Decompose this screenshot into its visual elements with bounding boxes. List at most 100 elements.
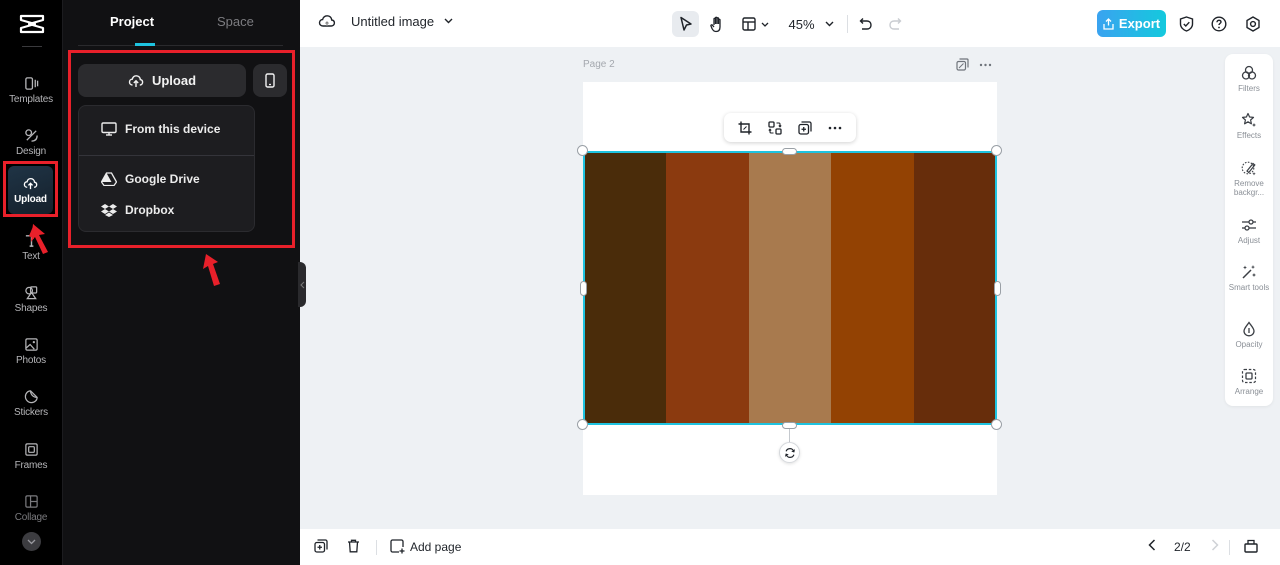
duplicate-page-icon — [314, 539, 328, 553]
layout-icon — [741, 17, 756, 31]
rail-item-upload[interactable]: Upload — [8, 166, 53, 214]
resize-handle-top-right[interactable] — [991, 145, 1002, 156]
tool-effects[interactable]: Effects — [1225, 112, 1273, 140]
rail-item-frames[interactable]: Frames — [4, 431, 58, 481]
tool-label: Smart tools — [1228, 283, 1270, 292]
rail-item-label: Frames — [14, 459, 48, 471]
replace-button[interactable] — [765, 118, 785, 138]
tool-arrange[interactable]: Arrange — [1225, 368, 1273, 396]
active-tab-indicator — [135, 43, 155, 46]
more-options-button[interactable] — [825, 118, 845, 138]
upload-source-menu: From this device Google Drive Dropbox — [78, 105, 255, 232]
resize-handle-bottom[interactable] — [782, 422, 797, 429]
filters-icon — [1241, 65, 1257, 80]
add-page-button[interactable]: Add page — [390, 539, 461, 554]
chevron-right-icon — [1211, 539, 1219, 551]
menu-item-google-drive[interactable]: Google Drive — [79, 166, 254, 192]
rail-item-photos[interactable]: Photos — [4, 326, 58, 376]
photos-icon — [24, 337, 38, 351]
tool-label: Effects — [1236, 131, 1262, 140]
undo-icon — [859, 18, 872, 30]
security-button[interactable] — [1176, 11, 1196, 37]
rail-item-label: Collage — [14, 511, 48, 523]
upload-from-phone-button[interactable] — [253, 64, 287, 97]
export-button[interactable]: Export — [1097, 10, 1166, 37]
select-tool-button[interactable] — [672, 11, 699, 37]
rail-item-templates[interactable]: Templates — [4, 65, 58, 115]
crop-button[interactable] — [735, 118, 755, 138]
help-button[interactable] — [1209, 11, 1229, 37]
image-stripe-3 — [748, 151, 832, 425]
resize-handle-bottom-right[interactable] — [991, 419, 1002, 430]
tool-label: Opacity — [1235, 340, 1263, 349]
cloud-sync-icon[interactable] — [318, 13, 336, 29]
chevron-down-icon — [761, 22, 768, 27]
tab-project[interactable]: Project — [110, 14, 154, 29]
image-stripe-1 — [583, 151, 666, 425]
duplicate-page-icon[interactable] — [956, 58, 969, 71]
rail-more-button[interactable] — [22, 532, 41, 551]
tool-opacity[interactable]: Opacity — [1225, 321, 1273, 349]
tool-remove-background[interactable]: Remove backgr... — [1225, 160, 1273, 197]
shapes-icon — [24, 285, 37, 299]
chevron-left-icon — [299, 281, 304, 288]
tool-label: Arrange — [1234, 387, 1264, 396]
document-title[interactable]: Untitled image — [351, 14, 434, 29]
undo-button[interactable] — [856, 11, 874, 37]
rail-item-label: Stickers — [14, 406, 48, 418]
pages-panel-toggle[interactable] — [1244, 539, 1258, 553]
tool-label: Remove backgr... — [1233, 179, 1265, 197]
panel-collapse-handle[interactable] — [298, 262, 306, 307]
duplicate-button[interactable] — [795, 118, 815, 138]
rail-item-shapes[interactable]: Shapes — [4, 274, 58, 324]
rail-item-label: Templates — [9, 93, 53, 105]
tab-space[interactable]: Space — [217, 14, 254, 29]
rail-item-stickers[interactable]: Stickers — [4, 378, 58, 428]
hand-icon — [709, 16, 721, 32]
selected-image[interactable] — [583, 151, 997, 425]
duplicate-page-button[interactable] — [314, 539, 328, 553]
image-stripe-2 — [665, 151, 749, 425]
resize-handle-top[interactable] — [782, 148, 797, 155]
rotate-connector — [789, 429, 790, 443]
rail-item-collage[interactable]: Collage — [4, 483, 58, 533]
next-page-button[interactable] — [1211, 539, 1219, 551]
collage-icon — [24, 494, 38, 508]
bottom-divider — [376, 540, 377, 555]
top-bar: Untitled image 45% Export — [300, 0, 1280, 47]
hand-tool-button[interactable] — [706, 11, 728, 37]
upload-panel: Project Space Upload From this device Go… — [63, 0, 300, 565]
replace-icon — [768, 120, 782, 135]
tool-adjust[interactable]: Adjust — [1225, 217, 1273, 245]
arrange-icon — [1241, 368, 1257, 384]
magic-wand-icon — [1242, 265, 1256, 279]
rail-item-label: Upload — [14, 193, 47, 205]
settings-button[interactable] — [1243, 11, 1263, 37]
rail-item-design[interactable]: Design — [4, 117, 58, 167]
chevron-down-icon[interactable] — [444, 18, 453, 24]
resize-handle-top-left[interactable] — [577, 145, 588, 156]
layout-menu-button[interactable] — [738, 11, 772, 37]
previous-page-button[interactable] — [1148, 539, 1156, 551]
rotate-handle[interactable] — [779, 442, 800, 463]
frames-icon — [24, 442, 38, 456]
menu-item-dropbox[interactable]: Dropbox — [79, 197, 254, 223]
tool-filters[interactable]: Filters — [1225, 65, 1273, 93]
pages-panel-icon — [1244, 539, 1258, 553]
zoom-level-value: 45% — [788, 16, 815, 32]
resize-handle-left[interactable] — [580, 281, 587, 296]
menu-item-from-this-device[interactable]: From this device — [79, 116, 254, 142]
right-tool-panel: Filters Effects Remove backgr... Adjust … — [1225, 54, 1273, 406]
menu-divider — [79, 155, 254, 156]
resize-handle-right[interactable] — [994, 281, 1001, 296]
shield-check-icon — [1179, 16, 1193, 32]
page-label: Page 2 — [583, 59, 615, 70]
delete-page-button[interactable] — [347, 539, 360, 553]
upload-button[interactable]: Upload — [78, 64, 246, 97]
resize-handle-bottom-left[interactable] — [577, 419, 588, 430]
capcut-logo-icon[interactable] — [19, 14, 45, 34]
redo-button[interactable] — [886, 11, 904, 37]
tool-smart-tools[interactable]: Smart tools — [1225, 264, 1273, 292]
zoom-level-dropdown[interactable]: 45% — [786, 11, 836, 37]
more-options-icon[interactable] — [979, 63, 992, 67]
